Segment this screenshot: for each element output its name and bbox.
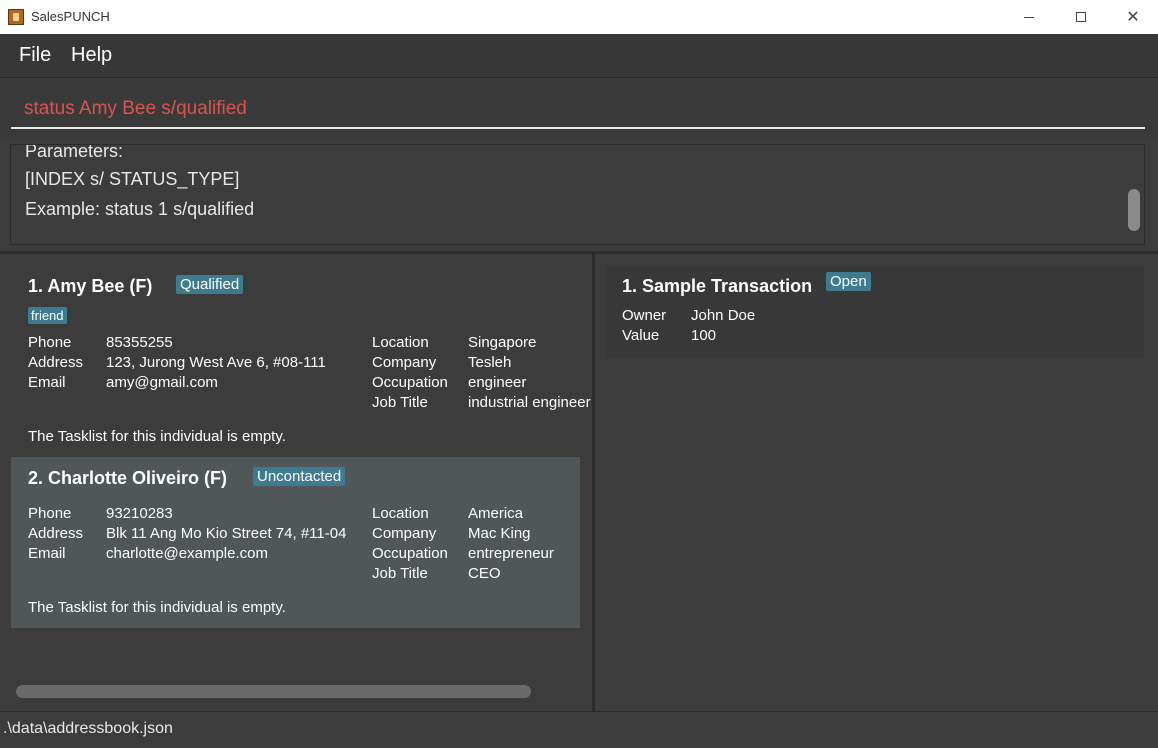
company-value: Tesleh (468, 354, 512, 371)
transaction-card[interactable]: 1. Sample Transaction Open Owner John Do… (606, 265, 1144, 357)
location-value: America (468, 505, 524, 522)
job-title-label: Job Title (372, 565, 428, 582)
person-name: 2. Charlotte Oliveiro (F) (28, 468, 228, 488)
tasklist-text: The Tasklist for this individual is empt… (28, 428, 286, 445)
result-line: [INDEX s/ STATUS_TYPE] (25, 169, 240, 189)
person-card-selected[interactable]: 2. Charlotte Oliveiro (F) Uncontacted Ph… (11, 457, 580, 628)
transaction-name: 1. Sample Transaction (622, 276, 813, 296)
location-value: Singapore (468, 334, 537, 351)
location-label: Location (372, 334, 429, 351)
occupation-label: Occupation (372, 374, 448, 391)
owner-value: John Doe (691, 307, 756, 324)
person-list-panel: 1. Amy Bee (F) Qualified friend Phone 85… (0, 254, 592, 711)
status-bar: .\data\addressbook.json (0, 711, 1158, 748)
person-name: 1. Amy Bee (F) (28, 276, 153, 296)
title-bar: SalesPUNCH ✕ (0, 0, 1158, 34)
email-value: amy@gmail.com (106, 374, 218, 391)
address-value: Blk 11 Ang Mo Kio Street 74, #11-04 (106, 525, 347, 542)
phone-label: Phone (28, 334, 72, 351)
value-value: 100 (691, 327, 717, 344)
job-title-value: industrial engineer (468, 394, 591, 411)
result-line: Example: status 1 s/qualified (25, 199, 255, 219)
maximize-icon (1076, 12, 1086, 22)
person-card[interactable]: 1. Amy Bee (F) Qualified friend Phone 85… (11, 265, 591, 457)
command-input[interactable] (11, 91, 1145, 129)
result-display[interactable]: Parameters: [INDEX s/ STATUS_TYPE] Examp… (10, 144, 1145, 245)
occupation-label: Occupation (372, 545, 448, 562)
company-label: Company (372, 354, 437, 371)
occupation-value: entrepreneur (468, 545, 554, 562)
email-label: Email (28, 545, 66, 562)
occupation-value: engineer (468, 374, 527, 391)
company-value: Mac King (468, 525, 531, 542)
owner-label: Owner (622, 307, 667, 324)
result-line: Parameters: (25, 144, 124, 161)
job-title-label: Job Title (372, 394, 428, 411)
phone-value: 85355255 (106, 334, 173, 351)
location-label: Location (372, 505, 429, 522)
tasklist-text: The Tasklist for this individual is empt… (28, 599, 286, 616)
minimize-icon (1024, 16, 1034, 18)
status-badge: Qualified (176, 275, 244, 294)
transaction-list-panel: 1. Sample Transaction Open Owner John Do… (595, 254, 1158, 711)
command-box (0, 79, 1158, 139)
window-title: SalesPUNCH (31, 9, 110, 24)
email-value: charlotte@example.com (106, 545, 268, 562)
horizontal-scrollbar[interactable] (16, 685, 531, 698)
address-label: Address (28, 525, 84, 542)
email-label: Email (28, 374, 66, 391)
value-label: Value (622, 327, 660, 344)
job-title-value: CEO (468, 565, 501, 582)
menu-help[interactable]: Help (71, 44, 112, 67)
close-button[interactable]: ✕ (1107, 0, 1158, 34)
result-scrollbar[interactable] (1128, 189, 1140, 231)
transaction-status-badge: Open (826, 272, 871, 291)
company-label: Company (372, 525, 437, 542)
menu-file[interactable]: File (19, 44, 51, 67)
phone-label: Phone (28, 505, 72, 522)
status-badge: Uncontacted (253, 467, 346, 486)
app-icon (8, 9, 24, 25)
close-icon: ✕ (1126, 9, 1140, 26)
tag-badge: friend (28, 307, 67, 324)
address-value: 123, Jurong West Ave 6, #08-111 (106, 354, 326, 371)
address-label: Address (28, 354, 84, 371)
maximize-button[interactable] (1055, 0, 1107, 34)
minimize-button[interactable] (1003, 0, 1055, 34)
data-file-path: .\data\addressbook.json (3, 720, 173, 737)
phone-value: 93210283 (106, 505, 173, 522)
menu-bar: File Help (0, 34, 1158, 78)
